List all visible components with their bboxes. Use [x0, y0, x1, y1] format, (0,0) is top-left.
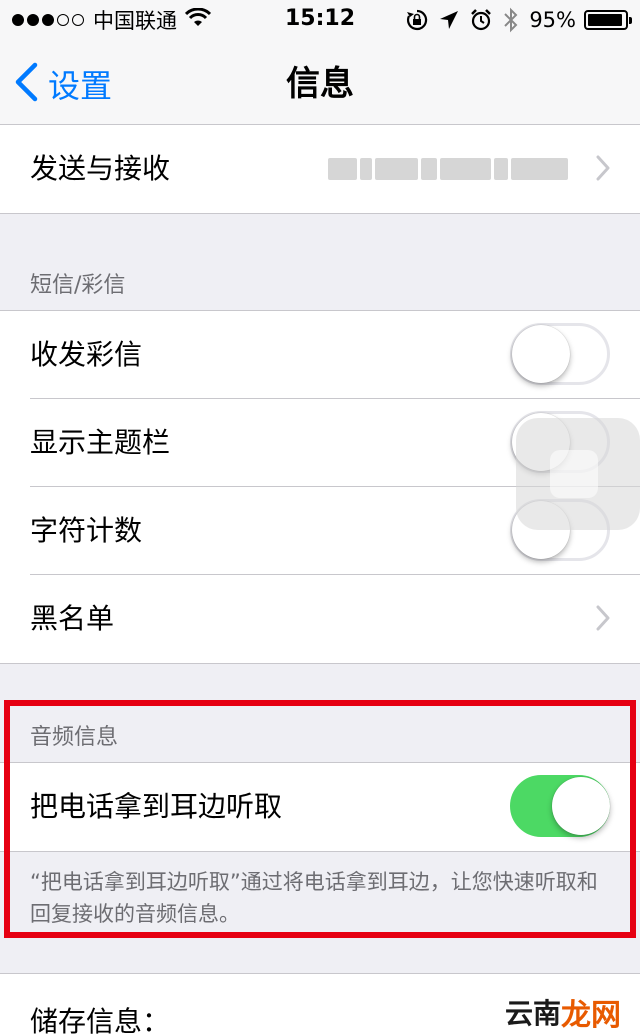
show-subject-label: 显示主题栏 [30, 426, 171, 459]
page-title: 信息 [286, 64, 354, 104]
mms-messaging-row: 收发彩信 [30, 311, 640, 399]
blurred-phone-number [328, 155, 568, 183]
send-receive-label: 发送与接收 [30, 152, 171, 185]
watermark-logo: 云南 龙网 [505, 990, 621, 1034]
battery-level [588, 14, 623, 26]
send-receive-group: 发送与接收 [0, 124, 640, 214]
status-bar: 中国联通 15:12 95% [0, 0, 640, 40]
sms-section-header: 短信/彩信 [30, 273, 126, 298]
battery-icon [584, 10, 632, 30]
toggle-knob [512, 325, 570, 383]
highlight-box [4, 700, 636, 938]
navigation-bar: 设置 信息 [0, 40, 640, 128]
bluetooth-icon [503, 7, 519, 33]
watermark-part1: 云南 [505, 997, 562, 1030]
blacklist-label: 黑名单 [30, 602, 115, 635]
send-receive-row[interactable]: 发送与接收 [30, 125, 640, 213]
battery-percent: 95% [529, 8, 576, 32]
mms-messaging-label: 收发彩信 [30, 338, 143, 371]
assistive-touch-button[interactable] [516, 418, 640, 530]
keep-messages-label: 储存信息： [30, 1005, 171, 1036]
alarm-icon [469, 8, 493, 32]
watermark-part2: 龙网 [561, 998, 622, 1033]
mms-messaging-toggle[interactable] [510, 323, 610, 385]
location-icon [439, 10, 459, 30]
rotation-lock-icon [405, 8, 429, 32]
character-count-label: 字符计数 [30, 514, 143, 547]
chevron-right-icon [596, 155, 610, 185]
status-right: 95% [395, 6, 632, 34]
blacklist-row[interactable]: 黑名单 [30, 575, 640, 663]
chevron-right-icon [596, 605, 610, 635]
